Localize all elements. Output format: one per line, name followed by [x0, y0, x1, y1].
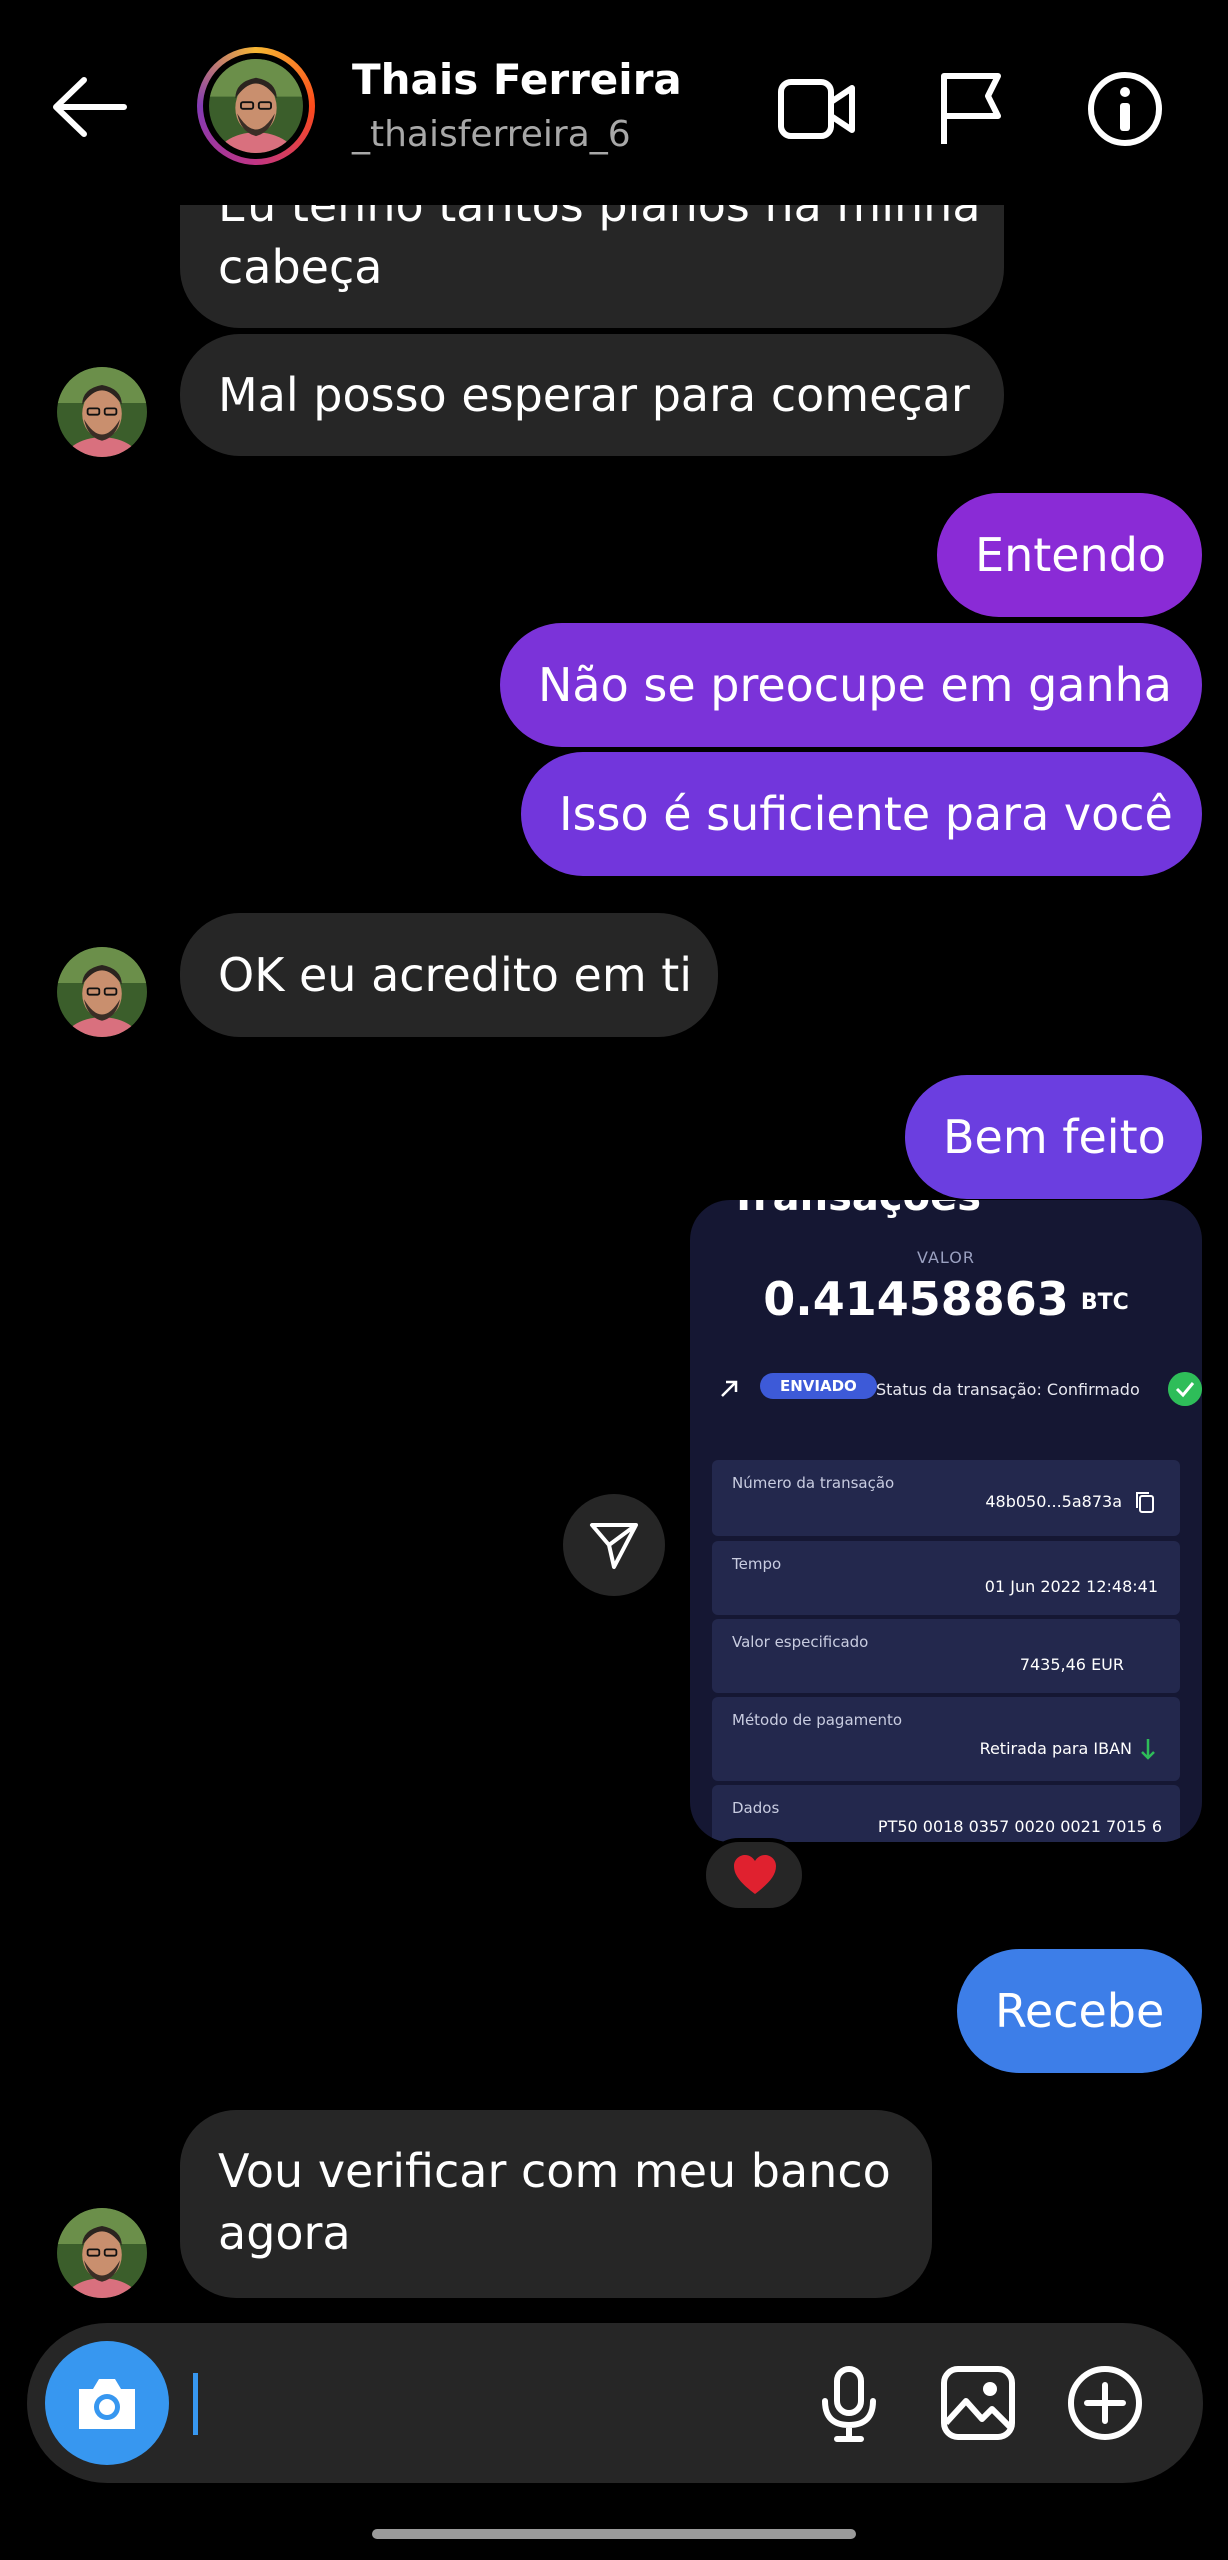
- add-icon[interactable]: [1065, 2363, 1145, 2443]
- message-text: Entendo: [975, 528, 1167, 582]
- row-label: Método de pagamento: [732, 1711, 903, 1729]
- outgoing-message[interactable]: Bem feito: [905, 1075, 1202, 1199]
- heart-icon: [734, 1855, 776, 1894]
- contact-avatar[interactable]: [57, 367, 147, 457]
- value-label: VALOR: [917, 1248, 975, 1267]
- outgoing-message[interactable]: Entendo: [937, 493, 1202, 617]
- sent-badge: ENVIADO: [760, 1373, 877, 1399]
- row-label: Número da transação: [732, 1474, 895, 1492]
- camera-icon: [79, 2379, 135, 2429]
- card-header: Transações: [730, 1200, 981, 1220]
- row-value: 7435,46 EUR: [1019, 1655, 1124, 1674]
- back-arrow-icon[interactable]: [50, 72, 128, 142]
- microphone-icon[interactable]: [809, 2363, 889, 2443]
- down-arrow-icon: [1141, 1739, 1155, 1760]
- gallery-icon[interactable]: [938, 2363, 1018, 2443]
- message-text: OK eu acredito em ti: [218, 948, 693, 1002]
- incoming-message[interactable]: Mal posso esperar para começar: [180, 334, 1004, 456]
- camera-button[interactable]: [45, 2341, 169, 2465]
- report-flag-icon[interactable]: [930, 70, 1010, 148]
- contact-name[interactable]: Thais Ferreira: [352, 55, 682, 104]
- contact-avatar[interactable]: [57, 947, 147, 1037]
- share-button[interactable]: [563, 1494, 665, 1596]
- transaction-row: Valor especificado 7435,46 EUR: [712, 1619, 1180, 1693]
- row-value: 48b050...5a873a: [985, 1492, 1122, 1511]
- profile-avatar[interactable]: [197, 47, 315, 165]
- message-text: Recebe: [995, 1984, 1165, 2038]
- btc-amount: 0.41458863 BTC: [763, 1272, 1129, 1326]
- transaction-row: Número da transação 48b050...5a873a: [712, 1460, 1180, 1536]
- outgoing-message[interactable]: Isso é suficiente para você: [521, 752, 1202, 876]
- info-icon[interactable]: [1085, 70, 1165, 148]
- message-text: agora: [218, 2206, 351, 2260]
- message-text: Não se preocupe em ganha: [538, 658, 1172, 712]
- row-label: Valor especificado: [732, 1633, 869, 1651]
- sent-arrow-icon: [721, 1380, 738, 1397]
- transaction-status-row: ENVIADO Status da transação: Confirmado: [718, 1370, 1202, 1410]
- outgoing-message[interactable]: Recebe: [957, 1949, 1202, 2073]
- message-text: Vou verificar com meu banco: [218, 2144, 891, 2198]
- shared-image[interactable]: Transações VALOR 0.41458863BTC ENVIADO S…: [690, 1200, 1202, 1842]
- outgoing-message[interactable]: Não se preocupe em ganha: [500, 623, 1202, 747]
- message-text: cabeça: [218, 240, 383, 294]
- currency-label: BTC: [1080, 1290, 1129, 1315]
- contact-handle[interactable]: _thaisferreira_6: [352, 114, 631, 155]
- contact-avatar[interactable]: [57, 2208, 147, 2298]
- send-icon: [590, 1523, 638, 1569]
- message-composer: [27, 2323, 1203, 2483]
- incoming-message[interactable]: Vou verificar com meu banco agora: [180, 2110, 932, 2298]
- status-text: Status da transação: Confirmado: [876, 1380, 1140, 1399]
- message-text: Mal posso esperar para começar: [218, 368, 970, 422]
- message-input[interactable]: [193, 2373, 198, 2435]
- message-text: Isso é suficiente para você: [559, 787, 1173, 841]
- transaction-row: Dados PT50 0018 0357 0020 0021 7015 6: [712, 1785, 1180, 1842]
- reaction-badge[interactable]: [702, 1838, 806, 1912]
- row-value: PT50 0018 0357 0020 0021 7015 6: [877, 1817, 1162, 1836]
- message-text: Bem feito: [943, 1110, 1166, 1164]
- row-value: Retirada para IBAN: [979, 1739, 1132, 1758]
- chat-header: Thais Ferreira _thaisferreira_6: [0, 0, 1228, 205]
- transaction-row: Tempo 01 Jun 2022 12:48:41: [712, 1541, 1180, 1615]
- row-value: 01 Jun 2022 12:48:41: [984, 1577, 1158, 1596]
- copy-icon: [1136, 1492, 1154, 1513]
- video-call-icon[interactable]: [776, 70, 856, 148]
- transaction-row: Método de pagamento Retirada para IBAN: [712, 1697, 1180, 1781]
- row-label: Tempo: [732, 1555, 782, 1573]
- incoming-message[interactable]: OK eu acredito em ti: [180, 913, 718, 1037]
- home-indicator[interactable]: [372, 2529, 856, 2539]
- confirmed-check-icon: [1168, 1372, 1202, 1406]
- row-label: Dados: [732, 1799, 780, 1817]
